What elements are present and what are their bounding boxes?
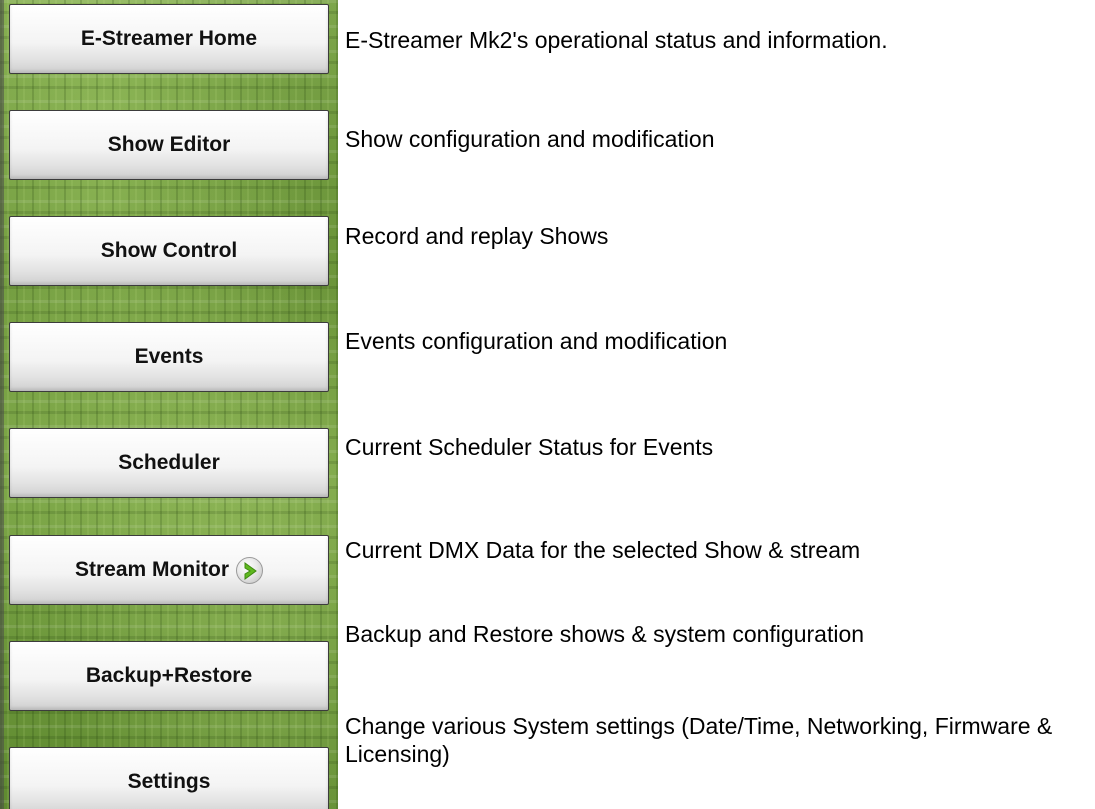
nav-button-label: Settings (127, 770, 211, 793)
nav-button-stream-monitor[interactable]: Stream Monitor (9, 535, 329, 605)
description-show-editor: Show configuration and modification (345, 126, 715, 152)
arrow-right-icon (236, 556, 263, 584)
nav-button-label: Show Control (100, 239, 238, 262)
nav-button-events[interactable]: Events (9, 322, 329, 392)
nav-button-label: Show Editor (107, 133, 231, 156)
description-events: Events configuration and modification (345, 328, 728, 354)
nav-button-backup-restore[interactable]: Backup+Restore (9, 641, 329, 711)
description-scheduler: Current Scheduler Status for Events (345, 434, 714, 460)
nav-button-e-streamer-home[interactable]: E-Streamer Home (9, 4, 329, 74)
description-stream-monitor: Current DMX Data for the selected Show &… (345, 537, 861, 563)
description-backup-restore: Backup and Restore shows & system config… (345, 621, 865, 647)
sidebar: E-Streamer Home Show Editor Show Control… (0, 0, 338, 809)
nav-button-label: Stream Monitor (74, 558, 229, 581)
nav-button-settings[interactable]: Settings (9, 747, 329, 809)
description-show-control: Record and replay Shows (345, 223, 609, 249)
description-e-streamer-home: E-Streamer Mk2's operational status and … (345, 27, 888, 53)
nav-button-label: Events (134, 345, 204, 368)
nav-button-show-control[interactable]: Show Control (9, 216, 329, 286)
nav-button-show-editor[interactable]: Show Editor (9, 110, 329, 180)
page: E-Streamer Home Show Editor Show Control… (0, 0, 1095, 809)
nav-button-label: E-Streamer Home (80, 27, 258, 50)
nav-button-scheduler[interactable]: Scheduler (9, 428, 329, 498)
description-settings: Change various System settings (Date/Tim… (345, 713, 1053, 767)
nav-button-label: Scheduler (118, 451, 220, 474)
nav-button-label: Backup+Restore (85, 664, 253, 687)
